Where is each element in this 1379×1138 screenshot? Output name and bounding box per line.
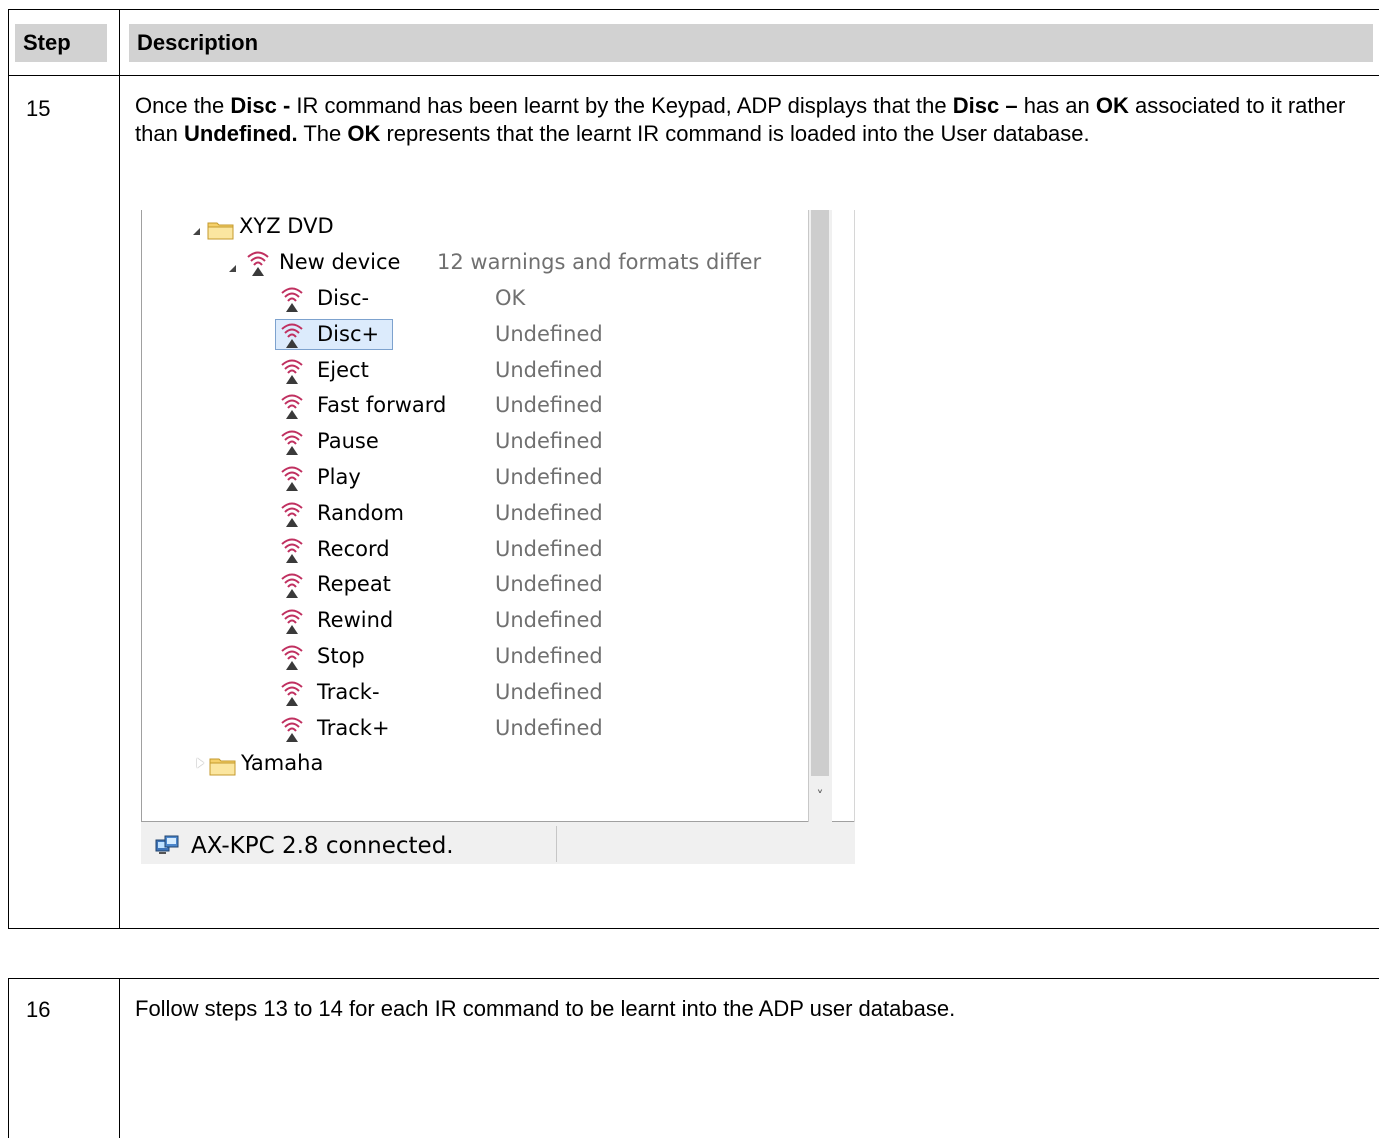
network-connected-icon [155,835,179,854]
scrollbar-thumb[interactable] [811,210,829,776]
ir-signal-icon [279,463,305,493]
ir-signal-icon [279,535,305,565]
tree-item-status: Undefined [495,465,603,489]
tree-item-status: Undefined [495,644,603,668]
desc-segment: has an [1017,93,1096,118]
ir-signal-icon [279,714,305,744]
scroll-down-icon[interactable]: ˅ [811,784,829,810]
tree-item-status: OK [495,286,526,310]
expanded-arrow-icon[interactable] [229,265,236,272]
tree-item-status: Undefined [495,572,603,596]
status-bar: AX-KPC 2.8 connected. [141,822,855,864]
desc-segment: Disc - [230,93,297,118]
ir-signal-icon [279,427,305,457]
tree-item-command[interactable]: Track- [317,676,380,708]
step-number-16: 16 [26,997,51,1022]
ir-signal-icon [279,678,305,708]
tree-item-command[interactable]: Play [317,461,361,493]
tree-item-status: Undefined [495,716,603,740]
tree-item-command[interactable]: Stop [317,640,365,672]
header-step: Step [15,24,107,62]
tree-item-command[interactable]: Random [317,497,404,529]
ir-signal-icon [279,391,305,421]
tree-item-status: Undefined [495,393,603,417]
desc-segment: OK [1095,93,1129,118]
folder-icon [207,220,235,240]
step-table: Step Description 15 Once the Disc - IR c… [8,9,1379,929]
status-text: AX-KPC 2.8 connected. [191,833,454,859]
tree-device-name[interactable]: New device [279,246,400,278]
tree-item-status: Undefined [495,680,603,704]
tree-item-command[interactable]: Pause [317,425,379,457]
tree-item-command[interactable]: Disc+ [317,318,379,350]
tree-item-command[interactable]: Record [317,533,390,565]
tree-item-command[interactable]: Track+ [317,712,390,744]
tree-view-screenshot: ˅ XYZ DVD New device 12 warnings and forma… [135,210,855,864]
step-number-15: 15 [26,96,51,121]
tree-item-command[interactable]: Fast forward [317,389,446,421]
tree-item-command[interactable]: Eject [317,354,369,386]
tree-item-status: Undefined [495,608,603,632]
tree-device-status: 12 warnings and formats differ [437,250,762,274]
tree-item-command[interactable]: Disc- [317,282,369,314]
tree-item-status: Undefined [495,501,603,525]
ir-signal-icon [279,606,305,636]
desc-segment: OK [347,121,381,146]
folder-icon [209,756,237,776]
ir-signal-icon [279,570,305,600]
desc-segment: IR command has been learnt by the Keypad… [296,93,953,118]
ir-signal-icon [279,499,305,529]
ir-signal-icon [279,642,305,672]
ir-signal-icon [245,248,271,278]
tree-item-command[interactable]: Rewind [317,604,393,636]
ir-signal-icon [279,284,305,314]
header-description: Description [129,24,1373,62]
ir-signal-icon [279,356,305,386]
tree-item-status: Undefined [495,358,603,382]
tree-folder-xyz-dvd[interactable]: XYZ DVD [239,210,334,242]
desc-segment: The [297,121,348,146]
tree-item-status: Undefined [495,322,603,346]
desc-segment: Once the [135,93,231,118]
tree-folder-yamaha[interactable]: Yamaha [241,747,323,779]
collapsed-arrow-icon[interactable] [197,758,204,768]
desc-segment: Disc – [952,93,1018,118]
tree-item-status: Undefined [495,429,603,453]
step-15-description: Once the Disc - IR command has been lear… [135,92,1369,148]
tree-item-command[interactable]: Repeat [317,568,391,600]
column-divider [119,979,120,1138]
column-divider [119,10,120,928]
step-16-description: Follow steps 13 to 14 for each IR comman… [135,996,956,1021]
ir-signal-icon [279,320,305,350]
step-table-2: 16 Follow steps 13 to 14 for each IR com… [8,978,1379,1138]
desc-segment: represents that the learnt IR command is… [380,121,1090,146]
expanded-arrow-icon[interactable] [193,228,200,235]
table-header-row: Step Description [9,10,1379,76]
tree-item-status: Undefined [495,537,603,561]
desc-segment: Undefined. [183,121,298,146]
